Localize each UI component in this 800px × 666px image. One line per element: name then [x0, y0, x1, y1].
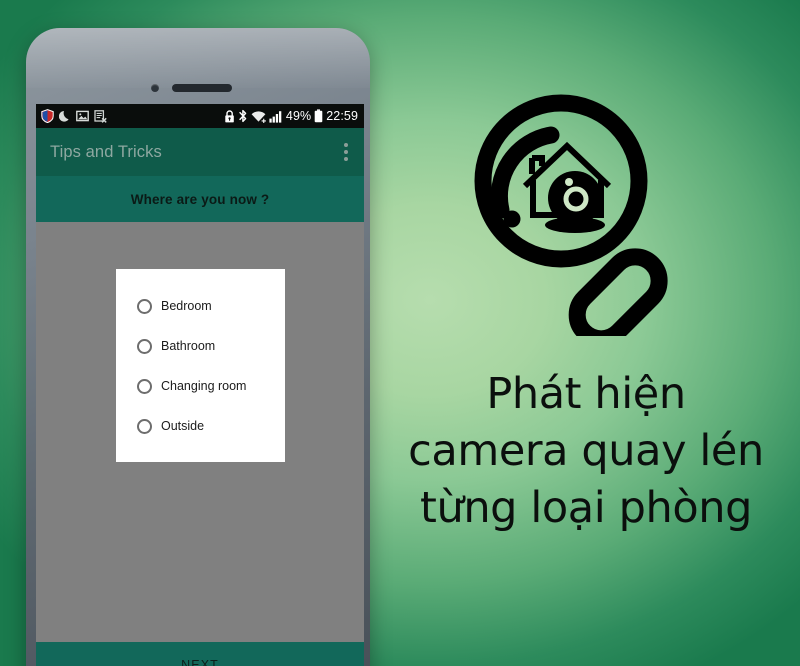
signal-bars-icon: [269, 110, 282, 123]
moon-icon: [59, 110, 69, 122]
option-label: Bedroom: [161, 299, 212, 313]
app-title: Tips and Tricks: [50, 142, 162, 161]
next-button[interactable]: NEXT: [36, 642, 364, 666]
magnifier-house-camera-logo: [463, 88, 713, 348]
promo-line-2: camera quay lén: [408, 426, 764, 477]
overflow-dot: [344, 157, 348, 161]
option-row-bedroom[interactable]: Bedroom: [116, 286, 285, 326]
wifi-icon: [251, 110, 266, 123]
promo-line-1: Phát hiện: [486, 369, 686, 419]
clock-label: 22:59: [326, 109, 358, 123]
logo-svg: [474, 94, 668, 348]
earpiece-speaker: [172, 84, 232, 92]
option-row-outside[interactable]: Outside: [116, 406, 285, 446]
content-area: Bedroom Bathroom Changing room Outside: [36, 222, 364, 642]
question-bar: Where are you now ?: [36, 176, 364, 222]
phone-bezel-gloss: [26, 28, 370, 88]
status-bar-right-icons: 49% 22:59: [224, 109, 358, 123]
radio-button-outside[interactable]: [137, 418, 152, 434]
app-bar: Tips and Tricks: [36, 128, 364, 176]
option-row-bathroom[interactable]: Bathroom: [116, 326, 285, 366]
overflow-menu-button[interactable]: [338, 136, 354, 168]
next-button-label: NEXT: [181, 658, 219, 666]
phone-screen: 49% 22:59 Tips and Tricks Where are you …: [36, 104, 364, 666]
battery-icon: [314, 109, 323, 123]
status-bar-left-icons: [41, 109, 107, 123]
radio-button-changing-room[interactable]: [137, 378, 152, 394]
document-x-icon: [94, 109, 107, 123]
promo-line-3: từng loại phòng: [420, 483, 752, 534]
promo-banner: 49% 22:59 Tips and Tricks Where are you …: [0, 0, 800, 666]
radio-button-bathroom[interactable]: [137, 338, 152, 354]
shield-icon: [41, 109, 54, 123]
bluetooth-icon: [239, 109, 247, 123]
options-card: Bedroom Bathroom Changing room Outside: [116, 269, 285, 462]
option-label: Outside: [161, 419, 205, 433]
promo-headline: Phát hiện camera quay lén từng loại phòn…: [380, 366, 792, 538]
option-row-changing-room[interactable]: Changing room: [116, 366, 285, 406]
battery-percent-label: 49%: [285, 109, 312, 123]
overflow-dot: [344, 150, 348, 154]
option-label: Bathroom: [161, 339, 216, 353]
radio-button-bedroom[interactable]: [137, 298, 152, 314]
phone-mockup: 49% 22:59 Tips and Tricks Where are you …: [26, 28, 370, 666]
status-bar: 49% 22:59: [36, 104, 364, 128]
option-label: Changing room: [161, 379, 247, 393]
lock-icon: [225, 109, 234, 122]
front-camera-icon: [151, 84, 159, 92]
image-icon: [76, 110, 89, 122]
question-label: Where are you now ?: [130, 191, 270, 207]
overflow-dot: [344, 143, 348, 147]
